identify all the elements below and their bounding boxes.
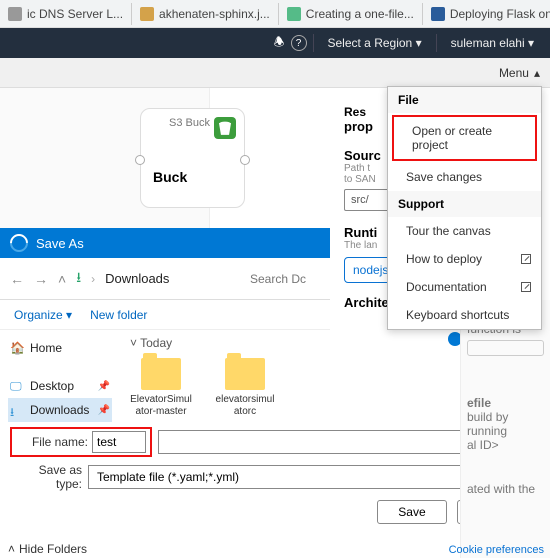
desktop-icon: 🖵 <box>10 379 24 393</box>
menubar: Menu ▴ <box>0 58 550 88</box>
tab-0[interactable]: ic DNS Server L... <box>0 3 132 25</box>
dialog-title: Save As <box>36 236 84 251</box>
back-icon[interactable]: ← <box>10 271 24 287</box>
saveas-titlebar: Save As <box>0 228 330 258</box>
browser-tabs: ic DNS Server L... akhenaten-sphinx.j...… <box>0 0 550 28</box>
pin-icon: 📌 <box>98 405 110 416</box>
chevron-right-icon: › <box>91 272 95 286</box>
savetype-label: Save as type: <box>10 463 82 491</box>
newfolder-button[interactable]: New folder <box>90 308 147 322</box>
download-icon: ⭳ <box>10 403 24 417</box>
file-item-0[interactable]: ElevatorSimulator-master <box>130 358 192 418</box>
save-button[interactable]: Save <box>377 500 446 524</box>
menu-section-file: File <box>388 87 541 113</box>
tree-downloads[interactable]: ⭳Downloads📌 <box>8 398 112 422</box>
bucket-icon <box>214 117 236 139</box>
tree-home[interactable]: 🏠Home <box>8 336 112 360</box>
folder-icon <box>141 358 181 390</box>
organize-button[interactable]: Organize ▾ <box>14 308 72 322</box>
tab-1[interactable]: akhenaten-sphinx.j... <box>132 3 279 25</box>
connector-left[interactable] <box>135 155 145 165</box>
menu-section-support: Support <box>388 191 541 217</box>
up-icon[interactable]: ˄ <box>58 271 66 287</box>
menu-button[interactable]: Menu ▴ <box>499 66 540 80</box>
tab-2[interactable]: Creating a one-file... <box>279 3 423 25</box>
folder-icon <box>225 358 265 390</box>
connector-right[interactable] <box>240 155 250 165</box>
external-link-icon <box>521 282 531 292</box>
menu-save-changes[interactable]: Save changes <box>388 163 541 191</box>
menu-docs[interactable]: Documentation <box>388 273 541 301</box>
aws-topbar: 🕭 ? Select a Region ▾ suleman elahi ▾ <box>0 28 550 58</box>
card-title: Buck <box>153 169 236 185</box>
menu-tour[interactable]: Tour the canvas <box>388 217 541 245</box>
filename-label: File name: <box>16 435 88 449</box>
region-selector[interactable]: Select a Region ▾ <box>320 32 430 54</box>
file-item-1[interactable]: elevatorsimulatorc <box>214 358 276 418</box>
chevron-up-icon: ˄ <box>8 542 15 556</box>
chevron-up-icon: ▴ <box>534 66 540 80</box>
hide-folders[interactable]: ˄Hide Folders <box>8 542 87 556</box>
filename-input[interactable] <box>92 431 146 453</box>
menu-open-create[interactable]: Open or create project <box>392 115 537 161</box>
cookie-link[interactable]: Cookie preferences <box>449 544 544 556</box>
forward-icon[interactable]: → <box>34 271 48 287</box>
external-link-icon <box>521 254 531 264</box>
tab-3[interactable]: Deploying Flask on... <box>423 3 550 25</box>
right-panel-fragment: when your function is efilebuild by runn… <box>460 300 550 558</box>
search-input[interactable] <box>250 272 320 286</box>
saveas-nav: ← → ˄ ⭳ › Downloads <box>0 258 330 300</box>
tree-desktop[interactable]: 🖵Desktop📌 <box>8 374 112 398</box>
help-icon[interactable]: ? <box>291 35 307 51</box>
canvas[interactable]: S3 Buck Buck <box>0 88 210 228</box>
download-icon: ⭳ <box>76 267 81 291</box>
bell-icon[interactable]: 🕭 <box>274 33 285 54</box>
menu-deploy[interactable]: How to deploy <box>388 245 541 273</box>
location[interactable]: Downloads <box>105 271 169 286</box>
user-menu[interactable]: suleman elahi ▾ <box>443 32 542 54</box>
pin-icon: 📌 <box>98 381 110 392</box>
menu-shortcuts[interactable]: Keyboard shortcuts <box>388 301 541 329</box>
s3-bucket-card[interactable]: S3 Buck Buck <box>140 108 245 208</box>
home-icon: 🏠 <box>10 341 24 355</box>
dropdown-menu: File Open or create project Save changes… <box>387 86 542 330</box>
edge-icon <box>6 230 31 255</box>
toolbar: Organize ▾ New folder <box>0 300 330 330</box>
group-today: ˅ Today <box>130 336 450 350</box>
